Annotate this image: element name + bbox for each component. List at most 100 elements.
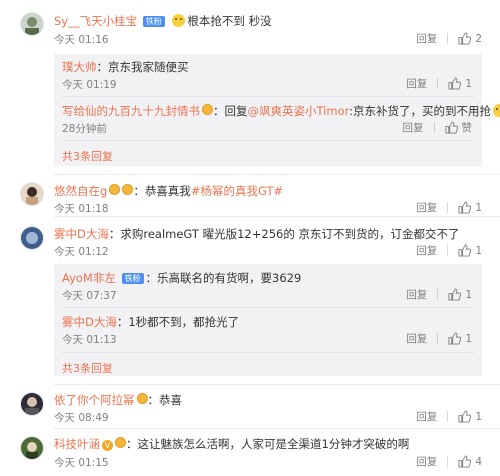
thumbs-up-icon: [458, 410, 472, 423]
reply-time: 今天 01:19: [62, 79, 117, 91]
reply-box: AyoM非左 铁粉 ：乐高联名的有货啊，要3629 今天 07:37 回复 1 雾…: [54, 264, 482, 376]
reply-time: 今天 01:13: [62, 334, 117, 346]
comment-text: 根本抢不到 秒没: [187, 14, 272, 28]
comment-username[interactable]: 雾中D大海: [54, 227, 109, 241]
like-count: 1: [475, 201, 482, 214]
separator: [447, 202, 449, 213]
thumbs-up-icon: [444, 121, 458, 134]
comment-time: 今天 08:49: [54, 412, 109, 424]
like-label: 赞: [461, 122, 473, 134]
separator: [447, 33, 449, 44]
divider: [62, 140, 474, 141]
comment-text: 恭喜: [159, 393, 182, 407]
like-count: 1: [475, 410, 482, 423]
divider: [62, 352, 474, 353]
medal-icon: [115, 437, 126, 448]
thumbs-up-icon: [458, 455, 472, 468]
reply-button[interactable]: 回复: [416, 409, 437, 424]
reply-text: 1秒都不到，都抢光了: [128, 315, 240, 329]
reply-username[interactable]: AyoM非左: [62, 271, 116, 285]
comment-time: 今天 01:18: [54, 203, 109, 215]
comment-text: 这让魅族怎么活啊，人家可是全渠道1分钟才突破的啊: [137, 437, 410, 451]
divider: [54, 428, 500, 429]
comment-time: 今天 01:16: [54, 34, 109, 46]
reply-time: 28分钟前: [62, 123, 107, 135]
separator: [437, 333, 439, 344]
reply-username[interactable]: 写给仙的九百九十九封情书: [62, 104, 200, 118]
more-replies-link[interactable]: 共3条回复: [62, 148, 113, 164]
reply-button[interactable]: 回复: [403, 120, 424, 135]
comment-username[interactable]: Sy__飞天小桂宝: [54, 14, 137, 28]
divider: [62, 307, 474, 308]
like-count: 1: [475, 244, 482, 257]
like-button[interactable]: 4: [458, 455, 482, 468]
thumbs-up-icon: [448, 288, 462, 301]
like-count: 2: [475, 32, 482, 45]
comment-4: 依了你个阿拉幂 ：恭喜 今天 08:49 回复 1: [0, 386, 500, 426]
more-replies-link[interactable]: 共3条回复: [62, 360, 113, 376]
like-button[interactable]: 1: [458, 244, 482, 257]
verified-icon: V: [102, 440, 113, 451]
reply-username[interactable]: 璞大帅: [62, 60, 97, 74]
thumbs-up-icon: [458, 244, 472, 257]
comment-time: 今天 01:12: [54, 246, 109, 258]
separator: [447, 245, 449, 256]
comment-username[interactable]: 科技叶涵: [54, 437, 100, 451]
like-button[interactable]: 1: [448, 332, 472, 345]
comment-2: 悠然自在g ：恭喜真我#杨幂的真我GT# 今天 01:18 回复 1: [0, 176, 500, 216]
like-button[interactable]: 2: [458, 32, 482, 45]
reply-username[interactable]: 雾中D大海: [62, 315, 117, 329]
reply-button[interactable]: 回复: [416, 243, 437, 258]
avatar[interactable]: [20, 12, 44, 36]
divider: [54, 174, 500, 175]
separator: [437, 289, 439, 300]
comment-time: 今天 01:15: [54, 457, 109, 469]
medal-icon: [122, 184, 134, 195]
reply-text: :京东补货了，买的到不用抢: [349, 104, 492, 118]
reply-button[interactable]: 回复: [416, 454, 437, 469]
reply-time: 今天 07:37: [62, 290, 117, 302]
thumbs-up-icon: [448, 77, 462, 90]
comment-text: 求购realmeGT 曜光版12+256的 京东订不到货的，订金都交不了: [120, 227, 460, 241]
medal-icon: [202, 104, 213, 115]
reply-text: 乐高联名的有货啊，要3629: [157, 271, 302, 285]
like-button[interactable]: 1: [448, 288, 472, 301]
medal-icon: [136, 393, 148, 404]
thumbs-up-icon: [458, 32, 472, 45]
reply-button[interactable]: 回复: [416, 31, 437, 46]
medal-icon: [109, 184, 121, 195]
reply-button[interactable]: 回复: [406, 76, 427, 91]
like-button[interactable]: 1: [458, 410, 482, 423]
comment-3: 雾中D大海：求购realmeGT 曜光版12+256的 京东订不到货的，订金都交…: [0, 218, 500, 380]
like-button[interactable]: 1: [448, 77, 472, 90]
separator: [437, 78, 439, 89]
avatar[interactable]: [20, 182, 44, 206]
avatar[interactable]: [20, 392, 44, 416]
separator: [433, 122, 435, 133]
like-count: 1: [465, 332, 472, 345]
divider: [54, 384, 500, 385]
reply-box: 璞大帅：京东我家随便买 今天 01:19 回复 1 写给仙的九百九十九封情书 ：回…: [54, 54, 500, 166]
reply-button[interactable]: 回复: [416, 200, 437, 215]
like-count: 4: [475, 455, 482, 468]
reply-text: 京东我家随便买: [108, 60, 189, 74]
comment-username[interactable]: 悠然自在g: [54, 184, 107, 198]
mention-link[interactable]: @飒爽英姿小Timor: [248, 104, 350, 118]
like-button[interactable]: 赞: [444, 120, 473, 135]
divider: [62, 96, 474, 97]
reply-prefix: 回复: [224, 104, 248, 118]
hashtag-link[interactable]: #杨幂的真我GT#: [191, 184, 283, 198]
thumbs-up-icon: [458, 201, 472, 214]
like-count: 1: [465, 77, 472, 90]
comment-5: 科技叶涵 V ：这让魅族怎么活啊，人家可是全渠道1分钟才突破的啊 今天 01:15 …: [0, 430, 500, 476]
comment-username[interactable]: 依了你个阿拉幂: [54, 393, 135, 407]
avatar[interactable]: [20, 436, 44, 460]
fan-badge: 铁粉: [142, 16, 165, 27]
avatar[interactable]: [20, 226, 44, 250]
separator: [447, 411, 449, 422]
reply-button[interactable]: 回复: [406, 331, 427, 346]
reply-button[interactable]: 回复: [406, 287, 427, 302]
emoji-icon: [172, 14, 186, 27]
like-button[interactable]: 1: [458, 201, 482, 214]
comment-text: 恭喜真我: [144, 184, 191, 198]
